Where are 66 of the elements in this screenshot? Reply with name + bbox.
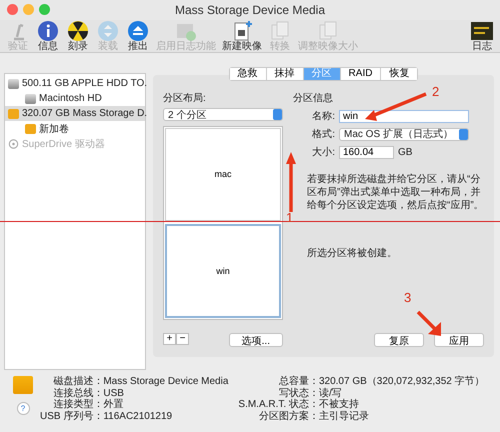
sidebar-item[interactable]: Macintosh HD (39, 93, 102, 104)
status-text: 所选分区将被创建。 (307, 246, 398, 260)
sidebar-item[interactable]: 新加卷 (39, 122, 69, 136)
disc-icon (8, 138, 19, 148)
external-drive-icon (25, 124, 36, 134)
name-field[interactable]: win (339, 110, 469, 122)
section-heading: 分区信息 (293, 92, 333, 105)
window-title: Mass Storage Device Media (174, 3, 326, 17)
external-drive-icon (13, 376, 33, 394)
help-button[interactable]: ? (16, 402, 30, 415)
tab[interactable]: 急救 (230, 68, 267, 80)
external-drive-icon (8, 108, 19, 118)
layout-dropdown[interactable]: 2 个分区 (163, 108, 283, 121)
stepper-icon (273, 109, 282, 120)
zoom-button[interactable] (39, 4, 50, 15)
detail-label: 连接总线： (52, 388, 104, 398)
log-button[interactable]: 日志 (468, 20, 496, 52)
close-button[interactable] (7, 4, 18, 15)
detail-value: Mass Storage Device Media (103, 376, 228, 388)
toolbar-button[interactable]: 推出 (124, 20, 152, 52)
apply-button[interactable]: 应用 (434, 333, 484, 347)
options-button[interactable]: 选项... (228, 333, 283, 347)
detail-value: USB (103, 388, 125, 398)
help-text: 若要抹掉所选磁盘并给它分区，请从“分区布局”弹出式菜单中选取一种布局，并给每个分区设定选项，然后点按“应用”。 (307, 173, 484, 212)
toolbar-button[interactable]: 新建映像 (220, 20, 264, 52)
format-dropdown[interactable]: Mac OS 扩展（日志式） (339, 128, 469, 140)
section-heading: 分区布局: (163, 92, 206, 105)
sidebar-item[interactable]: 500.11 GB APPLE HDD TO. (22, 78, 148, 89)
field-label: 格式: (311, 128, 335, 141)
step-number: 2 (432, 84, 440, 99)
info-icon (36, 20, 60, 42)
detail-label: 连接类型： (52, 399, 104, 410)
partition-block[interactable]: mac (165, 128, 281, 220)
remove-button[interactable]: − (176, 333, 189, 345)
add-button[interactable]: + (163, 333, 176, 345)
toolbar-button[interactable]: 刻录 (64, 20, 92, 52)
detail-label: 总容量： (278, 376, 319, 388)
detail-label: 写状态： (278, 388, 319, 398)
arrow (416, 310, 441, 336)
minimize-button[interactable] (23, 4, 34, 15)
detail-label: USB 序列号： (40, 410, 104, 422)
arrow (286, 152, 296, 212)
toolbar-button[interactable]: 信息 (34, 20, 62, 52)
detail-label: 磁盘描述： (52, 376, 104, 388)
revert-button[interactable]: 复原 (374, 333, 424, 347)
detail-value: 外置 (103, 399, 124, 410)
field-label: 名称: (311, 110, 335, 123)
console-icon (470, 20, 494, 42)
partition-block[interactable]: win (165, 224, 281, 318)
detail-value: 主引导记录 (318, 410, 370, 422)
arrow (365, 92, 427, 121)
field-label: 大小: (311, 146, 335, 159)
unit-label: GB (398, 146, 412, 158)
radiation-icon (66, 20, 90, 42)
detail-value: 读/写 (318, 388, 343, 398)
detail-label: 分区图方案： (258, 410, 319, 422)
detail-value: 320.07 GB（320,072,932,352 字节） (318, 376, 485, 388)
stepper-icon (459, 128, 468, 140)
step-number: 3 (404, 290, 412, 305)
hard-drive-icon (8, 78, 19, 88)
detail-label: S.M.A.R.T. 状态： (238, 399, 319, 410)
size-field[interactable]: 160.04 (339, 146, 394, 158)
detail-value: 不被支持 (318, 399, 360, 410)
hard-drive-icon (25, 94, 36, 104)
detail-value: 116AC2101219 (103, 410, 174, 422)
sidebar-item[interactable]: 320.07 GB Mass Storage D. (22, 108, 148, 119)
